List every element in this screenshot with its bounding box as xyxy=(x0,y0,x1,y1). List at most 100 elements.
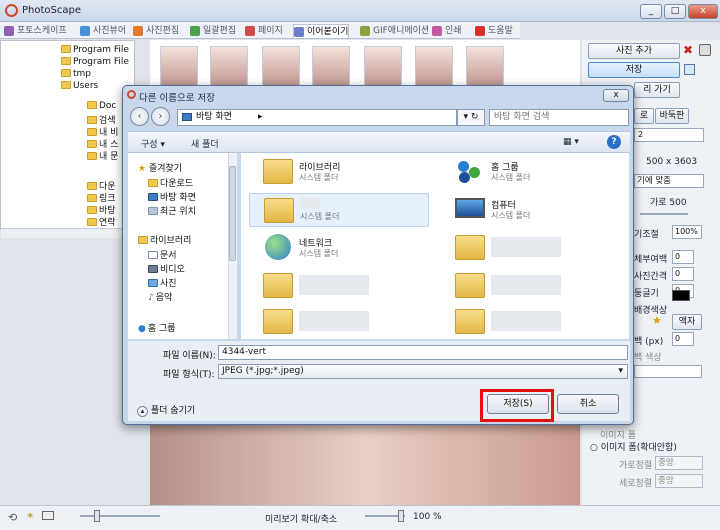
file-item-folder[interactable] xyxy=(441,231,621,265)
minimize-button[interactable]: _ xyxy=(640,4,662,19)
option-field[interactable] xyxy=(634,365,702,378)
tab-item[interactable]: 사진뷰어 xyxy=(80,24,126,38)
align-h-select[interactable]: 중앙 xyxy=(655,456,703,470)
tree-item[interactable]: Doc xyxy=(87,101,116,112)
tab-item[interactable]: 인쇄 xyxy=(432,24,462,38)
file-item-homegroup[interactable]: 홈 그룹 시스템 폴더 xyxy=(441,155,621,189)
nav-item-desktop[interactable]: 바탕 화면 xyxy=(148,190,196,203)
tab-item[interactable]: 포토스케이프 xyxy=(4,24,67,38)
tab-item[interactable]: 페이지 xyxy=(245,24,283,38)
breadcrumb-arrow-icon[interactable]: ▸ xyxy=(258,110,263,125)
nav-item-documents[interactable]: 문서 xyxy=(148,248,177,261)
tree-item[interactable]: 내 문 xyxy=(87,149,119,162)
fit-select[interactable]: 기에 맞춤 xyxy=(634,174,704,188)
tree-item[interactable]: 내 스 xyxy=(87,137,118,150)
nav-item-downloads[interactable]: 다운로드 xyxy=(148,176,193,189)
thumb-size-slider[interactable] xyxy=(80,515,160,517)
nav-item-videos[interactable]: 비디오 xyxy=(148,262,185,275)
save-button[interactable]: 저장 xyxy=(588,62,680,78)
margin-input[interactable]: 0 xyxy=(672,332,694,346)
forward-button[interactable]: › xyxy=(151,107,170,126)
hide-folders-toggle[interactable]: ▴ 폴더 숨기기 xyxy=(137,403,195,417)
file-type: 시스템 폴더 xyxy=(491,173,531,182)
tab-item[interactable]: 사진편집 xyxy=(133,24,179,38)
tree-item[interactable]: Program File xyxy=(61,57,129,68)
file-item-folder[interactable] xyxy=(441,305,621,339)
size-adjust-input[interactable]: 100% xyxy=(672,225,702,239)
background-color-swatch[interactable] xyxy=(672,290,690,301)
folder-icon xyxy=(455,235,485,260)
star-icon[interactable]: ✶ xyxy=(26,511,34,522)
remove-icon[interactable]: ✖ xyxy=(683,44,695,56)
trash-icon[interactable] xyxy=(699,44,711,56)
filename-label: 파일 이름(N): xyxy=(163,351,216,361)
homegroup-label: 홈 그룹 xyxy=(147,324,176,334)
search-input[interactable]: 바탕 화면 검색 xyxy=(489,109,629,126)
frame-button[interactable]: 액자 xyxy=(672,314,702,330)
tree-item[interactable]: 연락 xyxy=(87,215,116,228)
nav-item-music[interactable]: ♪ 음악 xyxy=(148,290,172,303)
file-item-user[interactable]: 시스템 폴더 xyxy=(249,193,429,227)
back-button[interactable]: ‹ xyxy=(130,107,149,126)
tree-item[interactable]: Users xyxy=(61,81,98,92)
tree-item-label: 내 문 xyxy=(99,152,119,162)
tree-item[interactable]: 내 비 xyxy=(87,125,118,138)
nav-label: 바탕 화면 xyxy=(160,193,196,203)
width-slider[interactable] xyxy=(640,213,688,215)
file-item-network[interactable]: 네트워크 시스템 폴더 xyxy=(249,231,429,265)
tab-item[interactable]: GIF애니메이션 xyxy=(360,24,429,38)
refresh-button[interactable]: ▾ ↻ xyxy=(457,109,485,126)
add-photo-button[interactable]: 사진 추가 xyxy=(588,43,680,59)
filetype-select[interactable]: JPEG (*.jpg;*.jpeg) ▾ xyxy=(218,364,628,379)
help-icon[interactable]: ? xyxy=(607,135,621,149)
nav-scrollbar-thumb[interactable] xyxy=(229,166,236,261)
view-options-icon[interactable]: ▦ ▾ xyxy=(563,137,579,147)
user-folder-icon xyxy=(264,198,294,223)
maximize-button[interactable]: □ xyxy=(664,4,686,19)
tab-grid[interactable]: 바둑판 xyxy=(655,108,689,124)
tree-item[interactable]: 다운 xyxy=(87,179,116,192)
folder-icon[interactable] xyxy=(42,511,54,520)
tree-item[interactable]: tmp xyxy=(61,69,91,80)
folder-tree[interactable]: Program File Program File tmp Users Doc 검색 내 비… xyxy=(0,40,135,230)
tree-item[interactable]: Program File xyxy=(61,45,129,56)
setting-spinner[interactable]: 0 xyxy=(672,267,694,281)
filename-input[interactable]: 4344-vert xyxy=(218,345,628,360)
go-back-button[interactable]: 리 가기 xyxy=(634,82,680,98)
organize-menu[interactable]: 구성 ▾ xyxy=(141,137,165,150)
tab-item[interactable]: 일괄편집 xyxy=(190,24,236,38)
star-icon: ★ xyxy=(652,314,662,327)
nav-item-recent[interactable]: 최근 위치 xyxy=(148,204,196,217)
tree-item[interactable]: 검색 xyxy=(87,113,116,126)
tab-item[interactable]: 이어붙이기 xyxy=(293,24,350,38)
tab-vertical[interactable]: 로 xyxy=(634,108,654,124)
cancel-button[interactable]: 취소 xyxy=(557,394,619,414)
setting-label: 배경색상 xyxy=(634,306,668,316)
tab-icon xyxy=(133,26,143,36)
favorites-node[interactable]: ★ 즐겨찾기 xyxy=(138,161,182,174)
tree-item[interactable]: 바탕 xyxy=(87,203,116,216)
file-item-folder[interactable] xyxy=(249,305,429,339)
thumb-size-slider-handle[interactable] xyxy=(94,510,100,522)
setting-spinner[interactable]: 0 xyxy=(672,250,694,264)
homegroup-node[interactable]: ● 홈 그룹 xyxy=(138,321,176,334)
address-bar[interactable]: 바탕 화면 ▸ xyxy=(177,109,457,126)
option-image-fill-noenlarge[interactable]: ○ 이미지 폼(확대안함) xyxy=(590,440,677,453)
zoom-slider-handle[interactable] xyxy=(398,510,404,522)
tree-item[interactable]: 링크 xyxy=(87,191,116,204)
menu-icon[interactable] xyxy=(684,64,695,75)
count-select[interactable]: 2 xyxy=(634,128,704,142)
nav-item-pictures[interactable]: 사진 xyxy=(148,276,177,289)
new-folder-button[interactable]: 새 폴더 xyxy=(191,137,219,150)
dialog-close-button[interactable]: x xyxy=(603,89,629,102)
file-item-computer[interactable]: 컴퓨터 시스템 폴더 xyxy=(441,193,621,227)
tree-scrollbar[interactable] xyxy=(1,228,134,238)
file-item-folder[interactable] xyxy=(249,269,429,303)
libraries-node[interactable]: 라이브러리 xyxy=(138,233,191,246)
tab-item[interactable]: 도움말 xyxy=(475,24,513,38)
file-item-libraries[interactable]: 라이브러리 시스템 폴더 xyxy=(249,155,429,189)
file-item-folder[interactable] xyxy=(441,269,621,303)
align-v-select[interactable]: 중앙 xyxy=(655,474,703,488)
close-button[interactable]: x xyxy=(688,4,718,19)
rotate-icon[interactable]: ⟲ xyxy=(8,511,17,524)
